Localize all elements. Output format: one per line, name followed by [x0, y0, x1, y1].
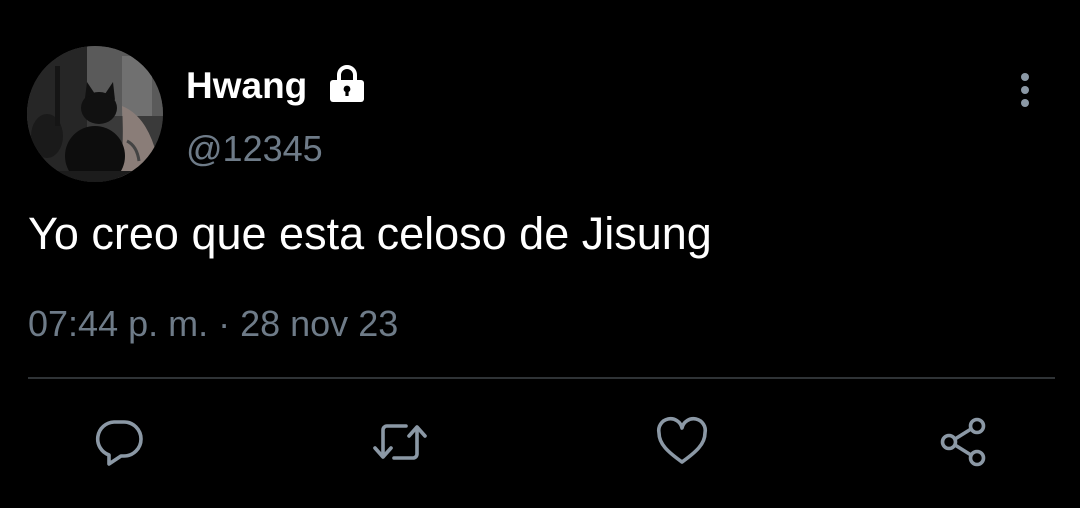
heart-icon [654, 414, 710, 470]
user-handle[interactable]: @12345 [186, 128, 323, 170]
tweet-text: Yo creo que esta celoso de Jisung [28, 208, 712, 259]
share-button[interactable] [931, 410, 995, 474]
display-name[interactable]: Hwang [186, 64, 307, 108]
retweet-icon [370, 414, 430, 470]
display-name-row: Hwang [186, 64, 367, 108]
divider [28, 377, 1055, 379]
more-vertical-icon[interactable] [1005, 70, 1045, 110]
reply-icon [91, 414, 147, 470]
tweet-timestamp[interactable]: 07:44 p. m. · 28 nov 23 [28, 302, 398, 346]
lock-icon [327, 64, 367, 104]
avatar[interactable] [27, 46, 163, 182]
reply-button[interactable] [87, 410, 151, 474]
tweet-actions [0, 410, 1080, 474]
like-button[interactable] [650, 410, 714, 474]
retweet-button[interactable] [368, 410, 432, 474]
share-icon [935, 414, 991, 470]
tweet-card: Hwang @12345 Yo creo que esta celoso de … [0, 0, 1080, 508]
